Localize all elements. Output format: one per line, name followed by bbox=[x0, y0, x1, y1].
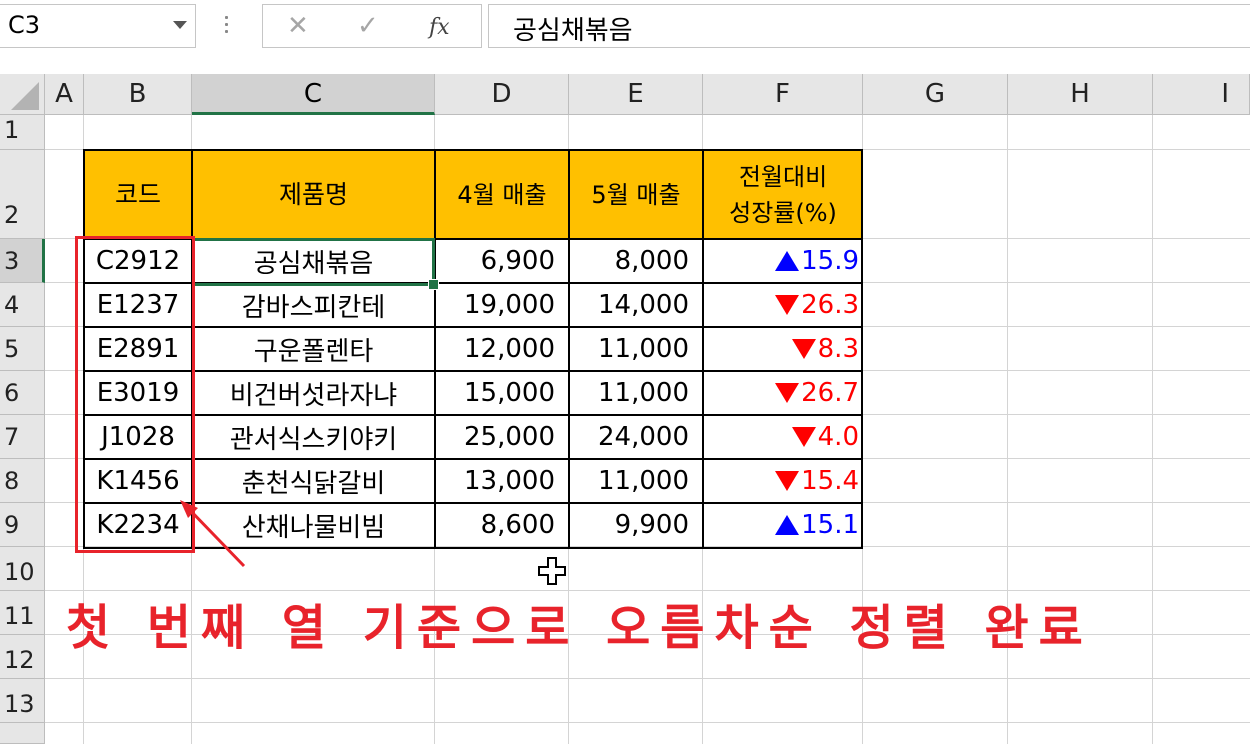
cell-may[interactable]: 9,900 bbox=[569, 503, 703, 547]
column-header-i[interactable]: I bbox=[1153, 74, 1250, 115]
cell-name[interactable]: 춘천식닭갈비 bbox=[192, 459, 435, 503]
active-cell-selection[interactable] bbox=[192, 238, 435, 286]
cell-april[interactable]: 13,000 bbox=[435, 459, 569, 503]
triangle-up-icon bbox=[775, 251, 800, 271]
header-april-sales[interactable]: 4월 매출 bbox=[435, 150, 569, 239]
cell-name[interactable]: 구운폴렌타 bbox=[192, 327, 435, 371]
rate-value: 15.9 bbox=[801, 246, 859, 276]
cell-name[interactable]: 비건버섯라자냐 bbox=[192, 371, 435, 415]
rate-value: 26.7 bbox=[801, 378, 859, 408]
row-header-1[interactable]: 1 bbox=[0, 115, 45, 150]
header-growth-rate[interactable]: 전월대비 성장률(%) bbox=[703, 150, 863, 239]
cell-may[interactable]: 11,000 bbox=[569, 371, 703, 415]
cell-may[interactable]: 14,000 bbox=[569, 283, 703, 327]
triangle-up-icon bbox=[775, 515, 800, 535]
cell-rate[interactable]: 4.0 bbox=[703, 415, 863, 459]
column-header-f[interactable]: F bbox=[703, 74, 863, 115]
triangle-down-icon bbox=[791, 339, 816, 359]
row-header-11[interactable]: 11 bbox=[0, 591, 45, 635]
highlight-box bbox=[75, 236, 195, 553]
column-header-d[interactable]: D bbox=[435, 74, 569, 115]
cell-may[interactable]: 11,000 bbox=[569, 459, 703, 503]
triangle-down-icon bbox=[791, 427, 816, 447]
row-header-6[interactable]: 6 bbox=[0, 371, 45, 415]
cell-name[interactable]: 감바스피칸테 bbox=[192, 283, 435, 327]
column-header-e[interactable]: E bbox=[569, 74, 703, 115]
column-header-h[interactable]: H bbox=[1008, 74, 1153, 115]
column-header-b[interactable]: B bbox=[84, 74, 192, 115]
cell-april[interactable]: 8,600 bbox=[435, 503, 569, 547]
cell-april[interactable]: 19,000 bbox=[435, 283, 569, 327]
formula-bar: C3 ✕ ✓ fx 공심채볶음 bbox=[0, 0, 1250, 75]
cell-rate[interactable]: 8.3 bbox=[703, 327, 863, 371]
row-header-5[interactable]: 5 bbox=[0, 327, 45, 371]
annotation-text: 첫 번째 열 기준으로 오름차순 정렬 완료 bbox=[66, 600, 1093, 656]
select-all-icon bbox=[11, 82, 39, 110]
row-header-7[interactable]: 7 bbox=[0, 415, 45, 459]
cell-april[interactable]: 6,900 bbox=[435, 239, 569, 283]
header-may-sales[interactable]: 5월 매출 bbox=[569, 150, 703, 239]
rate-value: 4.0 bbox=[817, 422, 859, 452]
cancel-icon[interactable]: ✕ bbox=[287, 11, 309, 41]
formula-value: 공심채볶음 bbox=[513, 16, 633, 46]
header-growth-line2: 성장률(%) bbox=[729, 198, 837, 227]
cell-may[interactable]: 24,000 bbox=[569, 415, 703, 459]
column-header-g[interactable]: G bbox=[863, 74, 1008, 115]
row-header-12[interactable]: 12 bbox=[0, 635, 45, 679]
enter-icon[interactable]: ✓ bbox=[357, 11, 379, 41]
cell-rate[interactable]: 15.4 bbox=[703, 459, 863, 503]
row-header-9[interactable]: 9 bbox=[0, 503, 45, 547]
triangle-down-icon bbox=[775, 383, 800, 403]
column-header-a[interactable]: A bbox=[45, 74, 84, 115]
cell-rate[interactable]: 26.7 bbox=[703, 371, 863, 415]
row-header-4[interactable]: 4 bbox=[0, 283, 45, 327]
cell-april[interactable]: 25,000 bbox=[435, 415, 569, 459]
cell-cursor-icon bbox=[538, 557, 566, 585]
cell-rate[interactable]: 15.9 bbox=[703, 239, 863, 283]
excel-window: C3 ✕ ✓ fx 공심채볶음 A B C D E F G H I 1 2 3 … bbox=[0, 0, 1250, 744]
header-code[interactable]: 코드 bbox=[84, 150, 192, 239]
header-growth-line1: 전월대비 bbox=[738, 162, 828, 191]
row-header-14[interactable] bbox=[0, 723, 45, 744]
column-header-c[interactable]: C bbox=[192, 74, 435, 115]
cell-april[interactable]: 15,000 bbox=[435, 371, 569, 415]
row-header-13[interactable]: 13 bbox=[0, 679, 45, 723]
select-all-button[interactable] bbox=[0, 74, 45, 115]
cell-april[interactable]: 12,000 bbox=[435, 327, 569, 371]
row-header-3[interactable]: 3 bbox=[0, 239, 45, 283]
cell-may[interactable]: 11,000 bbox=[569, 327, 703, 371]
cell-may[interactable]: 8,000 bbox=[569, 239, 703, 283]
cell-rate[interactable]: 15.1 bbox=[703, 503, 863, 547]
formula-buttons: ✕ ✓ fx bbox=[262, 4, 482, 48]
rate-value: 15.1 bbox=[801, 510, 859, 540]
cell-name[interactable]: 산채나물비빔 bbox=[192, 503, 435, 547]
triangle-down-icon bbox=[775, 471, 800, 491]
name-box[interactable]: C3 bbox=[0, 4, 196, 48]
rate-value: 8.3 bbox=[817, 334, 859, 364]
formula-input[interactable]: 공심채볶음 bbox=[488, 4, 1250, 48]
more-vertical-icon[interactable] bbox=[223, 12, 229, 42]
name-box-value: C3 bbox=[8, 11, 41, 39]
row-header-10[interactable]: 10 bbox=[0, 547, 45, 591]
cell-name[interactable]: 관서식스키야키 bbox=[192, 415, 435, 459]
fill-handle[interactable] bbox=[428, 279, 439, 290]
header-name[interactable]: 제품명 bbox=[192, 150, 435, 239]
row-header-2[interactable]: 2 bbox=[0, 150, 45, 239]
rate-value: 15.4 bbox=[801, 466, 859, 496]
row-header-8[interactable]: 8 bbox=[0, 459, 45, 503]
cell-rate[interactable]: 26.3 bbox=[703, 283, 863, 327]
chevron-down-icon[interactable] bbox=[173, 21, 187, 29]
insert-function-icon[interactable]: fx bbox=[429, 13, 450, 43]
rate-value: 26.3 bbox=[801, 290, 859, 320]
triangle-down-icon bbox=[775, 295, 800, 315]
